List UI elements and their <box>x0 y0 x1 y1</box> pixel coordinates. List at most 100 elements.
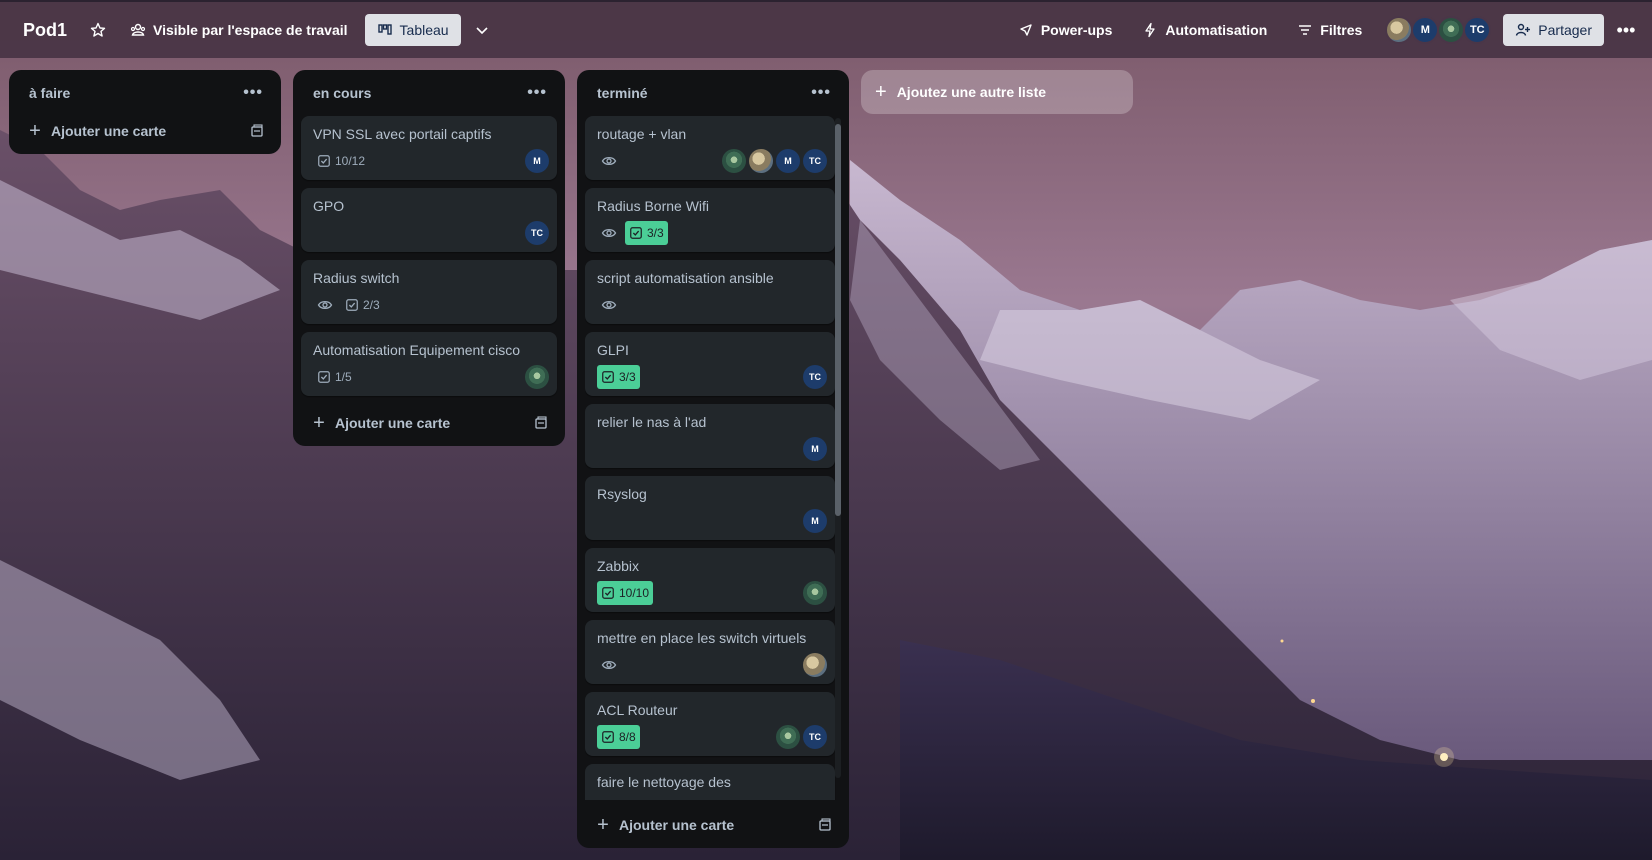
visibility-button[interactable]: Visible par l'espace de travail <box>121 14 357 46</box>
automation-label: Automatisation <box>1165 22 1268 38</box>
card-member-avatar-photo[interactable] <box>803 653 827 677</box>
card-member-avatar-tc[interactable]: TC <box>803 149 827 173</box>
card-members <box>525 365 549 389</box>
card[interactable]: Radius switch 2/3 <box>301 260 557 324</box>
view-switcher-board[interactable]: Tableau <box>364 14 461 46</box>
list-title[interactable]: terminé <box>597 85 648 101</box>
board-view-icon <box>377 24 392 35</box>
share-label: Partager <box>1538 22 1592 38</box>
share-button[interactable]: Partager <box>1503 14 1604 46</box>
add-person-icon <box>1516 23 1531 36</box>
card[interactable]: relier le nas à l'ad M <box>585 404 835 468</box>
card-badges: TC <box>313 221 549 245</box>
add-card-button[interactable]: + Ajouter une carte <box>17 112 273 150</box>
checklist-count: 10/12 <box>335 154 366 168</box>
card[interactable]: script automatisation ansible <box>585 260 835 324</box>
card-member-avatar-tc[interactable]: TC <box>803 365 827 389</box>
star-button[interactable] <box>81 14 115 46</box>
checklist-badge: 3/3 <box>597 365 640 389</box>
views-dropdown-button[interactable] <box>465 14 499 46</box>
card[interactable]: Automatisation Equipement cisco 1/5 <box>301 332 557 396</box>
list-scrollbar-thumb[interactable] <box>835 124 841 516</box>
add-list-button[interactable]: + Ajoutez une autre liste <box>861 70 1133 114</box>
checklist-badge: 3/3 <box>625 221 668 245</box>
card[interactable]: ACL Routeur 8/8 TC <box>585 692 835 756</box>
card-members: M <box>803 437 827 461</box>
add-card-label: Ajouter une carte <box>619 817 735 833</box>
list-menu-ellipsis-icon[interactable]: ••• <box>527 84 547 102</box>
card[interactable]: GPO TC <box>301 188 557 252</box>
card[interactable]: mettre en place les switch virtuels <box>585 620 835 684</box>
card-badges <box>597 797 827 800</box>
checklist-badge: 1/5 <box>313 365 356 389</box>
card-member-avatar-alien[interactable] <box>525 365 549 389</box>
checklist-icon <box>601 370 615 384</box>
add-list-label: Ajoutez une autre liste <box>896 84 1047 100</box>
member-avatar-alien[interactable] <box>1437 16 1466 44</box>
list-title[interactable]: en cours <box>313 85 371 101</box>
watch-eye-icon <box>313 297 337 313</box>
card-member-avatar-tc[interactable]: TC <box>803 725 827 749</box>
card-badges <box>597 293 827 317</box>
board-menu-button[interactable]: ••• <box>1610 14 1642 46</box>
card-title: mettre en place les switch virtuels <box>597 630 807 646</box>
card-members <box>803 581 827 605</box>
card-member-avatar-m[interactable]: M <box>803 437 827 461</box>
card-badges <box>597 653 827 677</box>
member-avatar-tc[interactable]: TC <box>1463 16 1492 44</box>
list-header: en cours ••• <box>301 70 557 116</box>
card[interactable]: Radius Borne Wifi 3/3 <box>585 188 835 252</box>
add-card-button[interactable]: + Ajouter une carte <box>585 806 841 844</box>
template-icon[interactable] <box>533 415 549 431</box>
card-members: TC <box>525 221 549 245</box>
template-icon[interactable] <box>817 817 833 833</box>
card-member-avatar-photo[interactable] <box>749 149 773 173</box>
card-badges: 2/3 <box>313 293 549 317</box>
card-title: Radius Borne Wifi <box>597 198 710 214</box>
checklist-badge: 8/8 <box>597 725 640 749</box>
list-menu-ellipsis-icon[interactable]: ••• <box>243 84 263 102</box>
member-avatar-m[interactable]: M <box>1411 16 1440 44</box>
checklist-icon <box>601 586 615 600</box>
card-title: GPO <box>313 198 345 214</box>
checklist-count: 3/3 <box>647 226 664 240</box>
card-badges: 8/8 TC <box>597 725 827 749</box>
card[interactable]: Rsyslog M <box>585 476 835 540</box>
checklist-icon <box>317 154 331 168</box>
list-title[interactable]: à faire <box>29 85 70 101</box>
template-icon[interactable] <box>249 123 265 139</box>
watch-eye-icon <box>597 657 621 673</box>
checklist-badge: 2/3 <box>341 293 384 317</box>
plus-icon: + <box>29 119 41 142</box>
add-card-button[interactable]: + Ajouter une carte <box>301 404 557 442</box>
card-member-avatar-m[interactable]: M <box>776 149 800 173</box>
card[interactable]: faire le nettoyage des <box>585 764 835 800</box>
card[interactable]: routage + vlan M TC <box>585 116 835 180</box>
card-member-avatar-tc[interactable]: TC <box>525 221 549 245</box>
filter-icon <box>1299 25 1312 35</box>
automation-button[interactable]: Automatisation <box>1133 14 1276 46</box>
card-members: TC <box>776 725 827 749</box>
member-avatar-photo[interactable] <box>1385 16 1414 44</box>
card-members <box>803 653 827 677</box>
card-member-avatar-alien[interactable] <box>803 581 827 605</box>
checklist-count: 2/3 <box>363 298 380 312</box>
checklist-icon <box>317 370 331 384</box>
card-member-avatar-alien[interactable] <box>722 149 746 173</box>
board-title[interactable]: Pod1 <box>23 20 67 41</box>
card-member-avatar-alien[interactable] <box>776 725 800 749</box>
watch-eye-icon <box>597 297 621 313</box>
card[interactable]: Zabbix 10/10 <box>585 548 835 612</box>
card-member-avatar-m[interactable]: M <box>525 149 549 173</box>
card-container: VPN SSL avec portail captifs 10/12 M GPO TC R… <box>301 116 557 396</box>
card[interactable]: GLPI 3/3 TC <box>585 332 835 396</box>
filters-label: Filtres <box>1320 22 1363 38</box>
card[interactable]: VPN SSL avec portail captifs 10/12 M <box>301 116 557 180</box>
card-member-avatar-m[interactable]: M <box>803 509 827 533</box>
filters-button[interactable]: Filtres <box>1288 14 1371 46</box>
card-badges: 1/5 <box>313 365 549 389</box>
card-badges: M TC <box>597 149 827 173</box>
list-menu-ellipsis-icon[interactable]: ••• <box>811 84 831 102</box>
chevron-down-icon <box>476 27 488 35</box>
powerups-button[interactable]: Power-ups <box>1009 14 1122 46</box>
